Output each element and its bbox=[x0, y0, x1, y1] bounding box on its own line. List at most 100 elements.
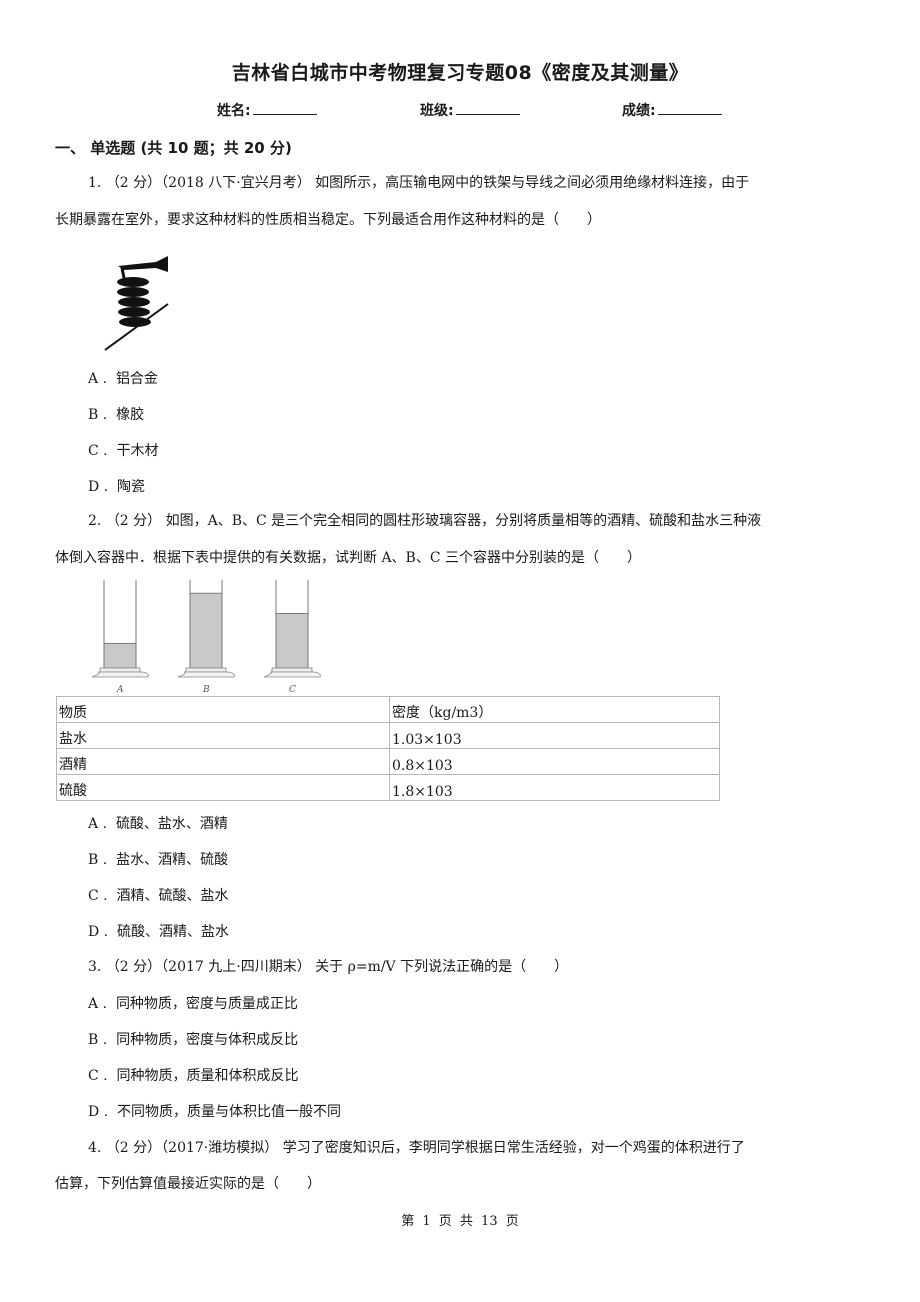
table-header-cell: 密度（kg/m3） bbox=[389, 696, 720, 723]
option-letter: A bbox=[88, 996, 99, 1012]
option-letter: B bbox=[88, 852, 99, 868]
density-table: 物质 密度（kg/m3） 盐水 1.03×103 酒精 0.8×103 硫酸 1… bbox=[56, 696, 720, 801]
option-letter: D bbox=[88, 479, 100, 495]
name-blank bbox=[252, 100, 317, 115]
option-text: 同种物质，密度与体积成反比 bbox=[116, 1032, 299, 1048]
class-blank bbox=[455, 100, 520, 115]
name-field: 姓名: bbox=[217, 100, 317, 120]
question-2-line-2: 体倒入容器中．根据下表中提供的有关数据，试判断 A、B、C 三个容器中分别装的是… bbox=[55, 550, 642, 566]
question-2-line-1: 2. （2 分） 如图，A、B、C 是三个完全相同的圆柱形玻璃容器，分别将质量相… bbox=[88, 511, 761, 531]
option-letter: B bbox=[88, 1032, 99, 1048]
option-letter: C bbox=[88, 443, 99, 459]
container-b: B bbox=[177, 580, 235, 695]
base-foot bbox=[263, 671, 321, 678]
question-score: （2 分） bbox=[105, 513, 162, 529]
question-1-line-2: 长期暴露在室外，要求这种材料的性质相当稳定。下列最适合用作这种材料的是（ ） bbox=[55, 212, 601, 228]
question-4-line-1: 4. （2 分）（2017·潍坊模拟） 学习了密度知识后，李明同学根据日常生活经… bbox=[88, 1138, 745, 1158]
question-text: 关于 ρ=m/V 下列说法正确的是（ ） bbox=[315, 959, 569, 975]
table-cell: 盐水 bbox=[56, 722, 390, 749]
class-field: 班级: bbox=[420, 100, 520, 120]
section-heading: 一、 单选题 (共 10 题；共 20 分) bbox=[55, 139, 292, 157]
question-2-option-d[interactable]: D . 硫酸、酒精、盐水 bbox=[88, 921, 229, 941]
question-number: 4. bbox=[88, 1140, 102, 1156]
liquid bbox=[189, 592, 223, 669]
question-2-option-b[interactable]: B . 盐水、酒精、硫酸 bbox=[88, 849, 228, 869]
table-header-cell: 物质 bbox=[56, 696, 390, 723]
table-cell: 1.03×103 bbox=[389, 722, 720, 749]
question-1-option-a[interactable]: A . 铝合金 bbox=[88, 368, 158, 388]
question-1-line-1: 1. （2 分）（2018 八下·宜兴月考） 如图所示，高压输电网中的铁架与导线… bbox=[88, 173, 749, 193]
insulator-stem bbox=[120, 267, 126, 279]
table-row: 盐水 1.03×103 bbox=[56, 722, 720, 749]
table-row: 酒精 0.8×103 bbox=[56, 748, 720, 775]
table-cell: 硫酸 bbox=[56, 774, 390, 801]
base-collar bbox=[271, 667, 313, 673]
option-letter: A bbox=[88, 371, 99, 387]
question-number: 1. bbox=[88, 175, 102, 191]
question-1-option-c[interactable]: C . 干木材 bbox=[88, 440, 159, 460]
bracket-shape bbox=[118, 256, 168, 272]
option-text: 酒精、硫酸、盐水 bbox=[116, 888, 229, 904]
question-1-option-d[interactable]: D . 陶瓷 bbox=[88, 476, 145, 496]
option-text: 硫酸、盐水、酒精 bbox=[115, 816, 228, 832]
question-3-option-b[interactable]: B . 同种物质，密度与体积成反比 bbox=[88, 1029, 298, 1049]
table-header-row: 物质 密度（kg/m3） bbox=[56, 696, 720, 723]
option-text: 橡胶 bbox=[116, 407, 145, 423]
base-foot bbox=[91, 671, 149, 678]
container-a: A bbox=[91, 580, 149, 695]
class-label: 班级: bbox=[420, 103, 454, 119]
question-text: 学习了密度知识后，李明同学根据日常生活经验，对一个鸡蛋的体积进行了 bbox=[282, 1140, 745, 1156]
question-3-option-a[interactable]: A . 同种物质，密度与质量成正比 bbox=[88, 993, 298, 1013]
container-c: C bbox=[263, 580, 321, 695]
containers-illustration: A B C bbox=[91, 580, 321, 695]
option-letter: D bbox=[88, 1104, 100, 1120]
question-1-option-b[interactable]: B . 橡胶 bbox=[88, 404, 144, 424]
container-label: B bbox=[202, 685, 210, 695]
name-label: 姓名: bbox=[217, 103, 251, 119]
question-source: （2018 八下·宜兴月考） bbox=[161, 175, 311, 191]
container-label: A bbox=[116, 685, 124, 695]
question-score: （2 分） bbox=[105, 959, 162, 975]
base-collar bbox=[185, 667, 227, 673]
question-source: （2017·潍坊模拟） bbox=[161, 1140, 279, 1156]
page-footer: 第 1 页 共 13 页 bbox=[401, 1214, 519, 1229]
question-score: （2 分） bbox=[105, 1140, 162, 1156]
base-foot bbox=[177, 671, 235, 678]
question-source: （2017 九上·四川期末） bbox=[161, 959, 311, 975]
document-title: 吉林省白城市中考物理复习专题08《密度及其测量》 bbox=[231, 62, 689, 84]
option-letter: B bbox=[88, 407, 99, 423]
question-text: 如图，A、B、C 是三个完全相同的圆柱形玻璃容器，分别将质量相等的酒精、硫酸和盐… bbox=[165, 513, 762, 529]
score-label: 成绩: bbox=[622, 103, 656, 119]
table-row: 硫酸 1.8×103 bbox=[56, 774, 720, 801]
question-3-line-1: 3. （2 分）（2017 九上·四川期末） 关于 ρ=m/V 下列说法正确的是… bbox=[88, 957, 568, 977]
option-letter: A bbox=[88, 816, 99, 832]
option-letter: C bbox=[88, 888, 99, 904]
option-text: 不同物质，质量与体积比值一般不同 bbox=[117, 1104, 342, 1120]
table-cell: 0.8×103 bbox=[389, 748, 720, 775]
question-score: （2 分） bbox=[105, 175, 162, 191]
question-2-option-c[interactable]: C . 酒精、硫酸、盐水 bbox=[88, 885, 229, 905]
insulator-illustration bbox=[104, 256, 169, 351]
question-2-option-a[interactable]: A . 硫酸、盐水、酒精 bbox=[88, 813, 228, 833]
option-letter: D bbox=[88, 924, 100, 940]
option-text: 同种物质，密度与质量成正比 bbox=[115, 996, 298, 1012]
liquid bbox=[103, 642, 137, 669]
question-number: 3. bbox=[88, 959, 102, 975]
table-cell: 酒精 bbox=[56, 748, 390, 775]
question-3-option-d[interactable]: D . 不同物质，质量与体积比值一般不同 bbox=[88, 1101, 341, 1121]
option-text: 盐水、酒精、硫酸 bbox=[116, 852, 229, 868]
base-collar bbox=[99, 667, 141, 673]
option-letter: C bbox=[88, 1068, 99, 1084]
option-text: 铝合金 bbox=[115, 371, 158, 387]
score-blank bbox=[657, 100, 722, 115]
container-label: C bbox=[289, 685, 296, 695]
table-cell: 1.8×103 bbox=[389, 774, 720, 801]
question-3-option-c[interactable]: C . 同种物质，质量和体积成反比 bbox=[88, 1065, 299, 1085]
liquid bbox=[275, 613, 309, 669]
question-4-line-2: 估算，下列估算值最接近实际的是（ ） bbox=[55, 1176, 321, 1192]
question-text: 如图所示，高压输电网中的铁架与导线之间必须用绝缘材料连接，由于 bbox=[315, 175, 750, 191]
option-text: 干木材 bbox=[116, 443, 159, 459]
question-number: 2. bbox=[88, 513, 102, 529]
score-field: 成绩: bbox=[622, 100, 722, 120]
option-text: 硫酸、酒精、盐水 bbox=[117, 924, 230, 940]
